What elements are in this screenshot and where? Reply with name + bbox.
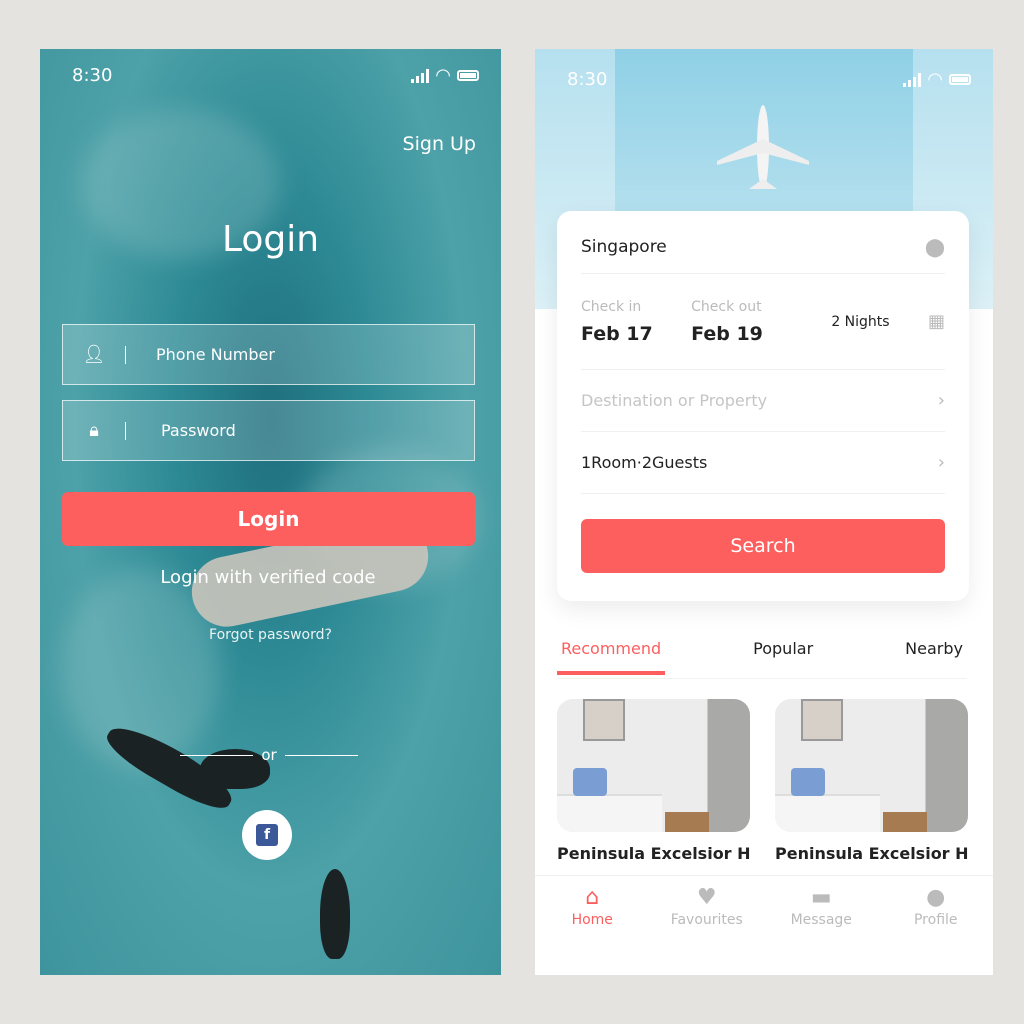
- tab-recommend[interactable]: Recommend: [557, 639, 666, 675]
- nav-home[interactable]: ⌂ Home: [547, 886, 637, 975]
- nav-label: Home: [571, 912, 613, 928]
- password-field[interactable]: 🔒︎: [62, 400, 475, 461]
- check-out-label: Check out: [691, 298, 762, 315]
- or-label: or: [261, 746, 277, 764]
- login-button[interactable]: Login: [62, 492, 475, 546]
- forgot-password-link[interactable]: Forgot password?: [40, 627, 501, 643]
- verified-code-link[interactable]: Login with verified code: [40, 567, 501, 588]
- hotel-card[interactable]: Peninsula Excelsior Hotel: [557, 699, 750, 866]
- or-divider: or: [180, 746, 359, 764]
- rooms-guests-value: 1Room·2Guests: [581, 453, 708, 472]
- status-bar: 8:30 ◠: [567, 69, 971, 90]
- heart-icon: ♥: [696, 885, 717, 910]
- calendar-icon[interactable]: ▦: [928, 311, 945, 332]
- page-title: Login: [221, 219, 320, 260]
- destination-placeholder: Destination or Property: [581, 391, 768, 410]
- check-out-value: Feb 19: [691, 322, 763, 345]
- signal-icon: [903, 72, 922, 87]
- destination-field[interactable]: Destination or Property ›: [581, 370, 945, 432]
- search-card: Singapore ⬤ Check in Feb 17 Check out Feb 1…: [557, 211, 969, 601]
- location-pin-icon: ⬤: [924, 236, 945, 258]
- chevron-right-icon: ›: [937, 452, 945, 473]
- sign-up-link[interactable]: Sign Up: [403, 133, 476, 155]
- hotel-image: [775, 699, 968, 832]
- tab-nearby[interactable]: Nearby: [901, 639, 967, 678]
- hotel-image: [557, 699, 750, 832]
- lock-icon: 🔒︎: [89, 420, 99, 441]
- nights-count: 2 Nights: [831, 313, 890, 330]
- hotel-name: Peninsula Excelsior Hotel: [557, 844, 750, 863]
- hotel-card[interactable]: Peninsula Excelsior Hotel: [775, 699, 968, 866]
- divider: [125, 421, 126, 440]
- tab-popular[interactable]: Popular: [749, 639, 817, 678]
- divider: [125, 345, 126, 364]
- search-button[interactable]: Search: [581, 519, 945, 573]
- check-in-value: Feb 17: [581, 322, 653, 345]
- nav-label: Profile: [913, 912, 958, 928]
- status-time: 8:30: [72, 65, 113, 86]
- signal-icon: [411, 68, 430, 83]
- check-in-label: Check in: [581, 298, 642, 315]
- user-icon: 👤︎: [82, 344, 106, 365]
- profile-icon: ●: [926, 885, 946, 910]
- wifi-icon: ◠: [927, 69, 943, 90]
- check-in[interactable]: Check in Feb 17: [581, 299, 653, 345]
- category-tabs: Recommend Popular Nearby: [557, 639, 967, 679]
- nav-profile[interactable]: ● Profile: [891, 886, 981, 975]
- battery-icon: [457, 70, 479, 81]
- login-screen: 8:30 ◠ Sign Up Login 👤︎ 🔒︎ Login Login w…: [40, 49, 501, 975]
- phone-field[interactable]: 👤︎: [62, 324, 475, 385]
- facebook-login-button[interactable]: f: [242, 810, 292, 860]
- status-time: 8:30: [567, 69, 608, 90]
- battery-icon: [949, 74, 971, 85]
- airplane-image: [717, 105, 809, 189]
- city-selector[interactable]: Singapore ⬤: [581, 211, 945, 274]
- message-icon: ▬: [810, 885, 832, 910]
- password-input[interactable]: [161, 421, 441, 440]
- rooms-guests-selector[interactable]: 1Room·2Guests ›: [581, 432, 945, 494]
- home-screen: 8:30 ◠ Singapore ⬤ Check in Feb 17 Check o…: [535, 49, 993, 975]
- facebook-icon: f: [256, 824, 278, 846]
- phone-input[interactable]: [156, 345, 436, 364]
- nav-favourites[interactable]: ♥ Favourites: [662, 886, 752, 975]
- date-selector[interactable]: Check in Feb 17 Check out Feb 19 2 Nights …: [581, 274, 945, 370]
- nav-label: Favourites: [670, 912, 743, 928]
- city-value: Singapore: [581, 237, 667, 257]
- status-bar: 8:30 ◠: [72, 65, 479, 86]
- home-icon: ⌂: [585, 885, 600, 910]
- wifi-icon: ◠: [435, 65, 451, 86]
- chevron-right-icon: ›: [937, 390, 945, 411]
- bottom-nav: ⌂ Home ♥ Favourites ▬ Message ● Profile: [535, 875, 993, 975]
- nav-message[interactable]: ▬ Message: [776, 886, 866, 975]
- hotel-name: Peninsula Excelsior Hotel: [775, 844, 968, 863]
- nav-label: Message: [790, 912, 852, 928]
- shark-image: [320, 869, 350, 959]
- check-out[interactable]: Check out Feb 19: [691, 299, 763, 345]
